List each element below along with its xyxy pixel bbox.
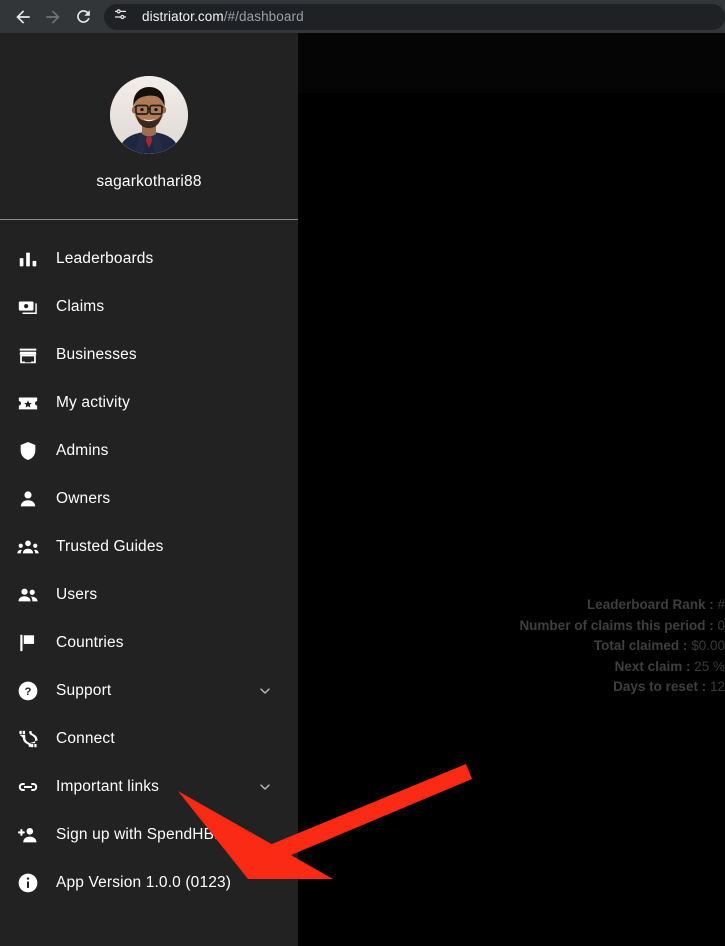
sidebar-item-label: Businesses — [56, 346, 137, 363]
sidebar-item-trusted-guides[interactable]: Trusted Guides — [0, 523, 298, 571]
sidebar-item-sign-up-spendhbd[interactable]: Sign up with SpendHBD — [0, 811, 298, 859]
sidebar-item-users[interactable]: Users — [0, 571, 298, 619]
back-arrow-icon — [13, 7, 33, 27]
sidebar-item-label: Admins — [56, 442, 109, 459]
sidebar-item-label: Leaderboards — [56, 250, 154, 267]
sidebar-item-support[interactable]: ? Support — [0, 667, 298, 715]
shield-icon — [17, 439, 45, 463]
stat-label: Total claimed : — [593, 638, 688, 653]
site-settings-sliders-icon — [113, 7, 128, 27]
username-label: sagarkothari88 — [96, 172, 202, 190]
sidebar-item-label: Sign up with SpendHBD — [56, 826, 226, 843]
sidebar-item-connect[interactable]: Connect — [0, 715, 298, 763]
site-settings-button[interactable] — [108, 4, 132, 29]
sidebar-item-important-links[interactable]: Important links — [0, 763, 298, 811]
flag-icon — [17, 631, 45, 655]
bar-chart-icon — [17, 247, 45, 271]
banknote-icon — [17, 295, 45, 319]
sidebar-item-claims[interactable]: Claims — [0, 283, 298, 331]
browser-toolbar: distriator.com/#/dashboard — [0, 0, 725, 33]
sidebar-item-owners[interactable]: Owners — [0, 475, 298, 523]
stat-row: Next claim : 25 % — [298, 657, 725, 678]
url-path: /#/dashboard — [223, 9, 304, 24]
sidebar-item-admins[interactable]: Admins — [0, 427, 298, 475]
chevron-down-icon[interactable] — [257, 683, 273, 699]
stat-label: Leaderboard Rank : — [586, 597, 714, 612]
sidebar-item-label: App Version 1.0.0 (0123) — [56, 874, 232, 891]
stat-value: 12 — [709, 679, 725, 694]
dashboard-stats: Leaderboard Rank : # Number of claims th… — [298, 595, 725, 698]
sidebar-item-businesses[interactable]: Businesses — [0, 331, 298, 379]
sidebar-item-label: Users — [56, 586, 98, 603]
sidebar-item-label: Important links — [56, 778, 160, 795]
stat-value: # — [717, 597, 725, 612]
back-button[interactable] — [8, 2, 38, 32]
address-bar[interactable]: distriator.com/#/dashboard — [104, 3, 725, 30]
avatar[interactable] — [110, 75, 188, 154]
stat-row: Total claimed : $0.00 — [298, 636, 725, 657]
cable-plug-icon — [17, 727, 45, 751]
stat-value: 0 — [717, 617, 725, 633]
sidebar-item-label: Support — [56, 682, 112, 699]
forward-button[interactable] — [38, 2, 68, 32]
main-content: Leaderboard Rank : # Number of claims th… — [298, 33, 725, 946]
avatar-photo — [110, 75, 188, 154]
storefront-icon — [17, 343, 45, 367]
link-icon — [17, 775, 45, 799]
sidebar-item-app-version[interactable]: App Version 1.0.0 (0123) — [0, 859, 298, 907]
sidebar-item-label: Countries — [56, 634, 124, 651]
stat-label: Number of claims this period : — [519, 617, 714, 633]
sidebar-item-label: Owners — [56, 490, 111, 507]
chevron-down-icon[interactable] — [257, 779, 273, 795]
person-icon — [17, 487, 45, 511]
sidebar-item-my-activity[interactable]: My activity — [0, 379, 298, 427]
stat-label: Days to reset : — [613, 679, 707, 694]
stat-value: 25 % — [694, 658, 725, 674]
ticket-star-icon — [17, 391, 45, 415]
sidebar-item-label: My activity — [56, 394, 130, 411]
stat-value: $0.00 — [691, 638, 725, 653]
info-circle-icon — [17, 871, 45, 895]
reload-button[interactable] — [68, 2, 98, 32]
person-add-icon — [17, 823, 45, 847]
sidebar-item-label: Connect — [56, 730, 115, 747]
url-display[interactable]: distriator.com/#/dashboard — [142, 9, 304, 24]
stat-row: Days to reset : 12 — [298, 677, 725, 698]
sidebar: sagarkothari88 Leaderboards Claims Busin… — [0, 33, 298, 946]
svg-text:?: ? — [25, 686, 32, 698]
main-top-band — [298, 33, 725, 93]
app-page: sagarkothari88 Leaderboards Claims Busin… — [0, 33, 725, 946]
sidebar-item-label: Trusted Guides — [56, 538, 164, 555]
profile-section: sagarkothari88 — [0, 33, 298, 219]
group-two-icon — [17, 583, 45, 607]
help-circle-icon: ? — [17, 679, 45, 703]
sidebar-item-countries[interactable]: Countries — [0, 619, 298, 667]
stat-row: Number of claims this period : 0 — [298, 616, 725, 637]
sidebar-item-label: Claims — [56, 298, 105, 315]
group-three-icon — [17, 535, 45, 559]
sidebar-item-leaderboards[interactable]: Leaderboards — [0, 235, 298, 283]
reload-icon — [74, 7, 93, 26]
stat-label: Next claim : — [614, 658, 691, 674]
sidebar-nav: Leaderboards Claims Businesses My activi… — [0, 220, 298, 907]
forward-arrow-icon — [43, 7, 63, 27]
url-host: distriator.com — [142, 9, 224, 24]
stat-row: Leaderboard Rank : # — [298, 595, 725, 616]
